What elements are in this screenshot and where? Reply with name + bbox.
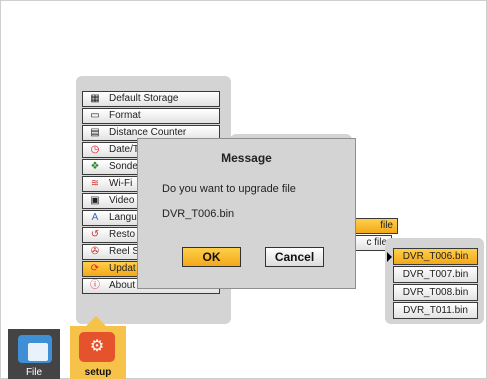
file-item-label: DVR_T011.bin: [403, 305, 468, 316]
submenu-item-label: c file: [366, 237, 387, 248]
menu-item-label: Format: [109, 110, 141, 121]
language-icon: A: [91, 212, 99, 223]
reel-icon: ✇: [90, 246, 100, 257]
menu-item-label: Updat: [109, 263, 136, 274]
cancel-button[interactable]: Cancel: [265, 247, 324, 267]
gear-icon: ⚙: [79, 332, 115, 362]
file-item[interactable]: DVR_T007.bin: [393, 266, 478, 283]
selection-pointer-icon: [387, 252, 392, 262]
menu-item-label: Wi-Fi: [109, 178, 133, 189]
dialog-filename: DVR_T006.bin: [162, 208, 235, 220]
ok-button[interactable]: OK: [182, 247, 241, 267]
tab-file[interactable]: File: [8, 329, 60, 379]
menu-item-label: Reel S: [109, 246, 140, 257]
file-item-label: DVR_T006.bin: [402, 251, 469, 262]
clock-icon: ◷: [90, 144, 100, 155]
menu-item-label: About: [109, 280, 136, 291]
dialog-message: Do you want to upgrade file: [162, 183, 296, 195]
menu-item-label: Video: [109, 195, 135, 206]
update-icon: ⟳: [90, 263, 100, 274]
active-tab-indicator: [86, 316, 106, 326]
video-icon: ▣: [90, 195, 100, 206]
wifi-icon: ≋: [90, 178, 100, 189]
folder-icon: [18, 335, 52, 363]
format-icon: ▭: [90, 110, 100, 121]
menu-item-format[interactable]: ▭ Format: [82, 108, 220, 124]
submenu-item-label: file: [380, 220, 393, 231]
tab-setup[interactable]: ⚙ setup: [70, 326, 126, 379]
menu-item-label: Date/T: [109, 144, 140, 155]
file-list-panel: DVR_T006.bin DVR_T007.bin DVR_T008.bin D…: [385, 238, 484, 324]
restore-icon: ↺: [90, 229, 100, 240]
dialog-title: Message: [221, 151, 272, 165]
file-item[interactable]: DVR_T008.bin: [393, 284, 478, 301]
file-item-label: DVR_T008.bin: [402, 287, 469, 298]
menu-item-label: Default Storage: [109, 93, 179, 104]
tab-file-label: File: [25, 367, 43, 378]
tab-setup-label: setup: [84, 367, 112, 378]
file-item[interactable]: DVR_T006.bin: [387, 248, 478, 265]
message-dialog: Message Do you want to upgrade file DVR_…: [137, 138, 356, 289]
file-item[interactable]: DVR_T011.bin: [393, 302, 478, 319]
counter-icon: ▤: [90, 127, 100, 138]
sonde-icon: ❖: [90, 161, 100, 172]
info-icon: ⓘ: [90, 280, 100, 291]
menu-item-label: Langu: [109, 212, 137, 223]
menu-item-label: Sonde: [109, 161, 138, 172]
file-item-label: DVR_T007.bin: [402, 269, 469, 280]
menu-item-label: Resto: [109, 229, 136, 240]
menu-item-default-storage[interactable]: ▦ Default Storage: [82, 91, 220, 107]
storage-icon: ▦: [90, 93, 100, 104]
